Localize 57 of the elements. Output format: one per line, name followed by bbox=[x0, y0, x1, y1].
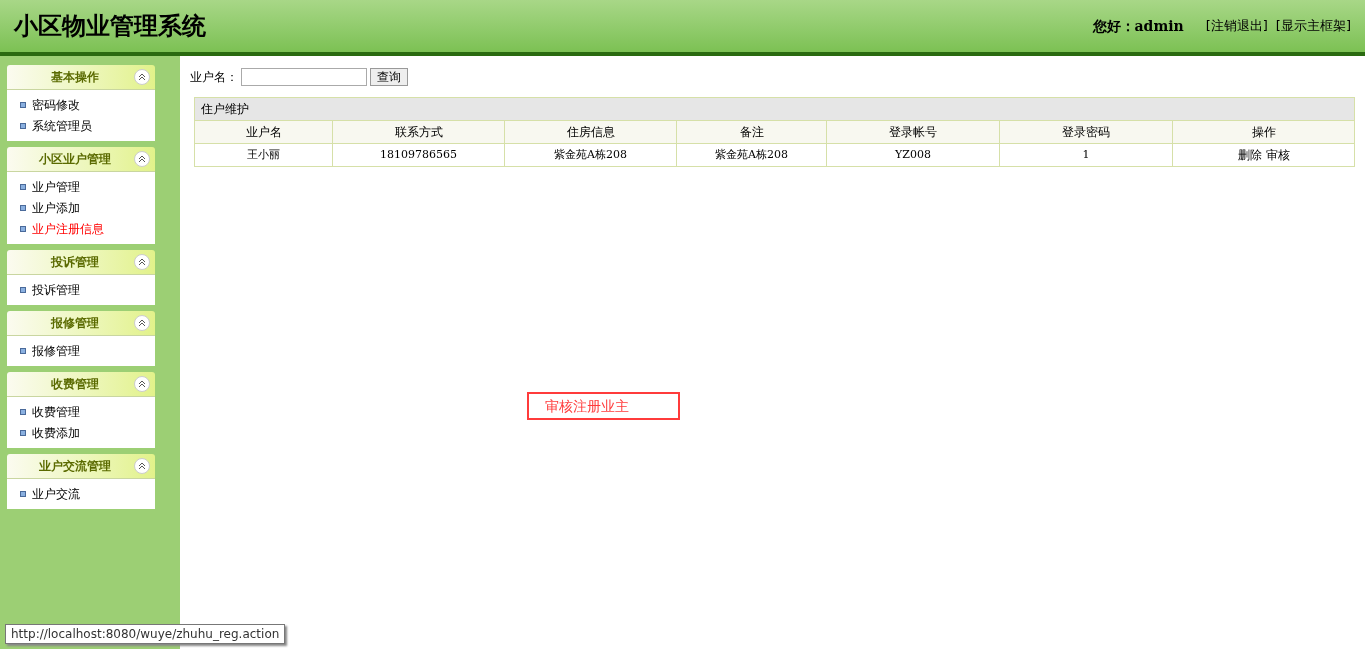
bullet-icon bbox=[20, 102, 26, 108]
column-header: 联系方式 bbox=[333, 121, 505, 143]
column-header: 操作 bbox=[1250, 124, 1277, 141]
table-cell: 王小丽 bbox=[195, 144, 333, 166]
row-action-link[interactable]: 删除 bbox=[1237, 146, 1262, 164]
search-field[interactable] bbox=[241, 68, 367, 86]
sidebar-section-header[interactable]: 投诉管理 bbox=[7, 250, 155, 275]
collapse-icon[interactable] bbox=[134, 376, 150, 392]
search-label: 业户名： bbox=[190, 69, 238, 86]
table-cell: 紫金苑A栋208 bbox=[505, 144, 677, 166]
header-link[interactable]: [注销退出] bbox=[1205, 16, 1268, 36]
table-cell: 紫金苑A栋208 bbox=[677, 144, 827, 166]
greeting-text: 您好：admin bbox=[1092, 16, 1184, 36]
status-url-tooltip: http://localhost:8080/wuye/zhuhu_reg.action bbox=[5, 624, 286, 644]
bullet-icon bbox=[20, 226, 26, 232]
row-action-link[interactable]: 审核 bbox=[1265, 146, 1290, 164]
collapse-icon[interactable] bbox=[134, 254, 150, 270]
header-link[interactable]: [显示主框架] bbox=[1275, 16, 1351, 36]
sidebar-section-header[interactable]: 小区业户管理 bbox=[7, 147, 155, 172]
sidebar-item[interactable]: 收费管理 bbox=[32, 403, 80, 421]
bullet-icon bbox=[20, 287, 26, 293]
bullet-icon bbox=[20, 409, 26, 415]
table-cell: YZ008 bbox=[827, 144, 1000, 166]
collapse-icon[interactable] bbox=[134, 315, 150, 331]
sidebar-item[interactable]: 业户管理 bbox=[32, 178, 80, 196]
sidebar-section-header[interactable]: 业户交流管理 bbox=[7, 454, 155, 479]
table-cell: 18109786565 bbox=[333, 144, 505, 166]
column-header: 住房信息 bbox=[505, 121, 677, 143]
sidebar-item[interactable]: 密码修改 bbox=[32, 96, 80, 114]
sidebar-section-header[interactable]: 报修管理 bbox=[7, 311, 155, 336]
sidebar-item[interactable]: 业户交流 bbox=[32, 485, 80, 503]
sidebar-item[interactable]: 业户添加 bbox=[32, 199, 80, 217]
bullet-icon bbox=[20, 430, 26, 436]
column-header: 业户名 bbox=[195, 121, 333, 143]
sidebar-item[interactable]: 报修管理 bbox=[32, 342, 80, 360]
column-header: 备注 bbox=[677, 121, 827, 143]
column-header: 登录帐号 bbox=[827, 121, 1000, 143]
app-title: 小区物业管理系统 bbox=[14, 10, 206, 42]
sidebar-section-header[interactable]: 收费管理 bbox=[7, 372, 155, 397]
collapse-icon[interactable] bbox=[134, 458, 150, 474]
bullet-icon bbox=[20, 123, 26, 129]
collapse-icon[interactable] bbox=[134, 151, 150, 167]
bullet-icon bbox=[20, 491, 26, 497]
collapse-icon[interactable] bbox=[134, 69, 150, 85]
sidebar-section-header[interactable]: 基本操作 bbox=[7, 65, 155, 90]
search-button[interactable]: 查询 bbox=[370, 68, 408, 86]
sidebar-item[interactable]: 系统管理员 bbox=[32, 117, 92, 135]
sidebar-item[interactable]: 业户注册信息 bbox=[32, 220, 104, 238]
table-caption: 住户维护 bbox=[195, 98, 1354, 120]
sidebar-item[interactable]: 收费添加 bbox=[32, 424, 80, 442]
table-cell: 1 bbox=[1000, 144, 1173, 166]
sidebar-item[interactable]: 投诉管理 bbox=[32, 281, 80, 299]
bullet-icon bbox=[20, 348, 26, 354]
bullet-icon bbox=[20, 184, 26, 190]
bullet-icon bbox=[20, 205, 26, 211]
annotation-label: 审核注册业主 bbox=[527, 392, 680, 420]
column-header: 登录密码 bbox=[1000, 121, 1173, 143]
